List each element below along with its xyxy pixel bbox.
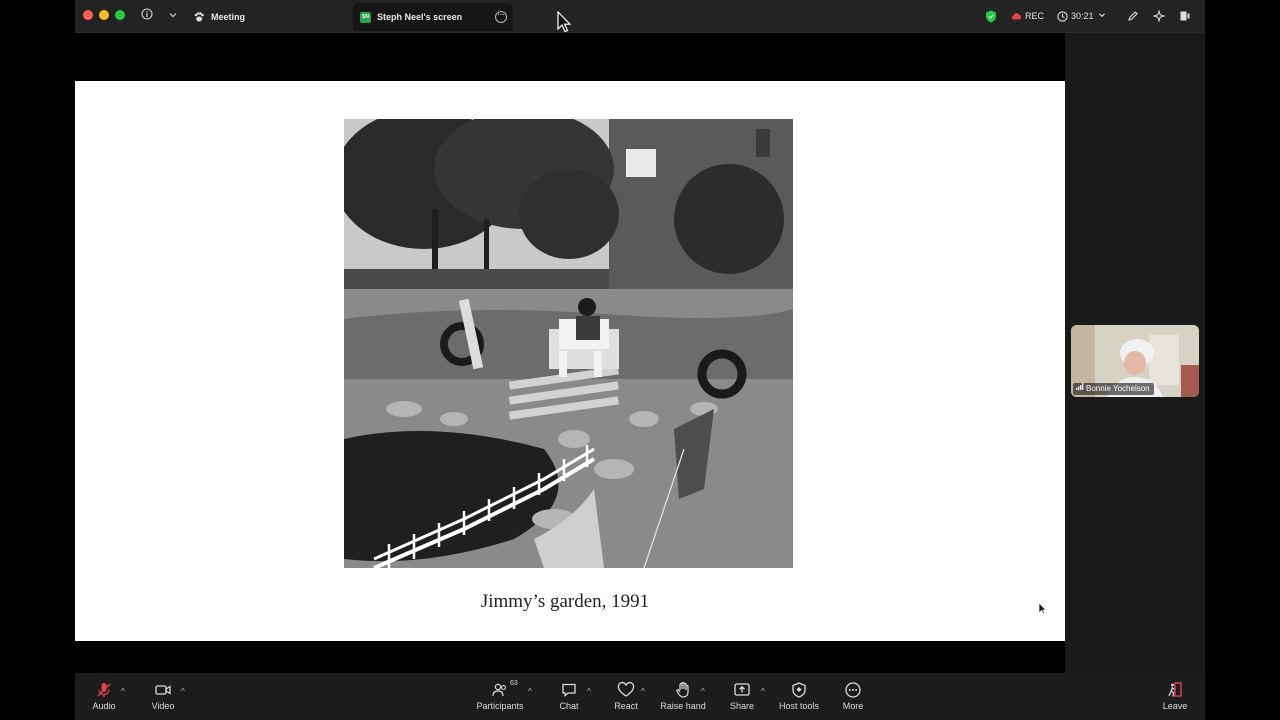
timer-value: 30:21 [1071, 11, 1094, 21]
video-label: Video [151, 701, 175, 711]
leave-door-icon [1145, 681, 1205, 699]
more-ellipsis-icon [823, 681, 883, 699]
sharer-avatar-badge: SN [360, 11, 371, 23]
share-label: Share [729, 701, 755, 711]
react-options-caret[interactable]: ^ [641, 687, 645, 696]
tab-meeting-label: Meeting [211, 12, 246, 22]
share-button[interactable]: Share [712, 681, 772, 711]
participants-label: Participants [476, 701, 524, 711]
apps-panel-icon[interactable] [1179, 0, 1191, 32]
leave-button[interactable]: Leave [1145, 681, 1205, 711]
participant-video-tile[interactable]: Bonnie Yochelson [1071, 325, 1199, 397]
fullscreen-window-button[interactable] [115, 10, 125, 20]
title-bar: Meeting SN Steph Neel's screen ··· REC 3… [75, 0, 1205, 33]
audio-label: Audio [92, 701, 116, 711]
raise-hand-button[interactable]: Raise hand [653, 681, 713, 711]
host-tools-button[interactable]: Host tools [769, 681, 829, 711]
chevron-down-icon[interactable] [165, 8, 181, 24]
more-options-icon[interactable]: ··· [495, 11, 507, 23]
signal-strength-icon [1076, 383, 1084, 395]
more-button[interactable]: More [823, 681, 883, 711]
info-icon[interactable] [139, 8, 155, 24]
host-tools-shield-icon [769, 681, 829, 699]
react-button[interactable]: React [596, 681, 656, 711]
more-label: More [842, 701, 864, 711]
presentation-slide: Jimmy’s garden, 1991 [75, 81, 1065, 641]
shared-screen-view[interactable]: Jimmy’s garden, 1991 [75, 33, 1065, 673]
participants-count: 63 [510, 680, 518, 687]
rec-label: REC [1025, 11, 1045, 21]
video-button[interactable]: Video [133, 681, 193, 711]
audio-options-caret[interactable]: ^ [121, 687, 125, 696]
share-options-caret[interactable]: ^ [761, 687, 765, 696]
raise-hand-label: Raise hand [660, 701, 706, 711]
participants-button[interactable]: Participants [470, 681, 530, 711]
participant-name-tag: Bonnie Yochelson [1073, 383, 1154, 395]
encryption-shield-icon[interactable] [985, 0, 997, 32]
tab-screen-label: Steph Neel's screen [377, 12, 463, 22]
pointer-cursor-icon [1038, 602, 1047, 620]
close-window-button[interactable] [83, 10, 93, 20]
participant-gallery: Bonnie Yochelson [1065, 33, 1205, 673]
slide-caption: Jimmy’s garden, 1991 [480, 591, 650, 612]
chevron-down-icon [1098, 11, 1106, 21]
leave-label: Leave [1162, 701, 1188, 711]
cloud-record-icon [1011, 12, 1022, 20]
chat-options-caret[interactable]: ^ [587, 687, 591, 696]
minimize-window-button[interactable] [99, 10, 109, 20]
meeting-timer[interactable]: 30:21 [1057, 0, 1106, 32]
microphone-muted-icon [74, 681, 134, 699]
zoom-window: Meeting SN Steph Neel's screen ··· REC 3… [75, 0, 1205, 720]
paw-icon [193, 11, 205, 23]
react-label: React [614, 701, 638, 711]
host-tools-label: Host tools [778, 701, 820, 711]
chat-button[interactable]: Chat [539, 681, 599, 711]
raise-hand-options-caret[interactable]: ^ [701, 687, 705, 696]
video-options-caret[interactable]: ^ [181, 687, 185, 696]
clock-icon [1057, 10, 1068, 22]
participants-options-caret[interactable]: ^ [528, 687, 532, 696]
chat-label: Chat [559, 701, 579, 711]
tab-meeting[interactable]: Meeting [193, 3, 245, 31]
tab-shared-screen[interactable]: SN Steph Neel's screen ··· [353, 3, 513, 31]
slide-photo [344, 119, 793, 568]
annotate-pencil-icon[interactable] [1127, 0, 1139, 32]
recording-indicator[interactable]: REC [1011, 0, 1044, 32]
heart-icon [596, 681, 656, 699]
ai-companion-sparkle-icon[interactable] [1153, 0, 1165, 32]
meeting-toolbar: Audio ^ Video ^ Participants 63 ^ Chat ^ [75, 673, 1205, 720]
audio-button[interactable]: Audio [74, 681, 134, 711]
participant-name: Bonnie Yochelson [1086, 384, 1150, 393]
participants-icon [470, 681, 530, 699]
mouse-cursor-icon [557, 10, 572, 38]
